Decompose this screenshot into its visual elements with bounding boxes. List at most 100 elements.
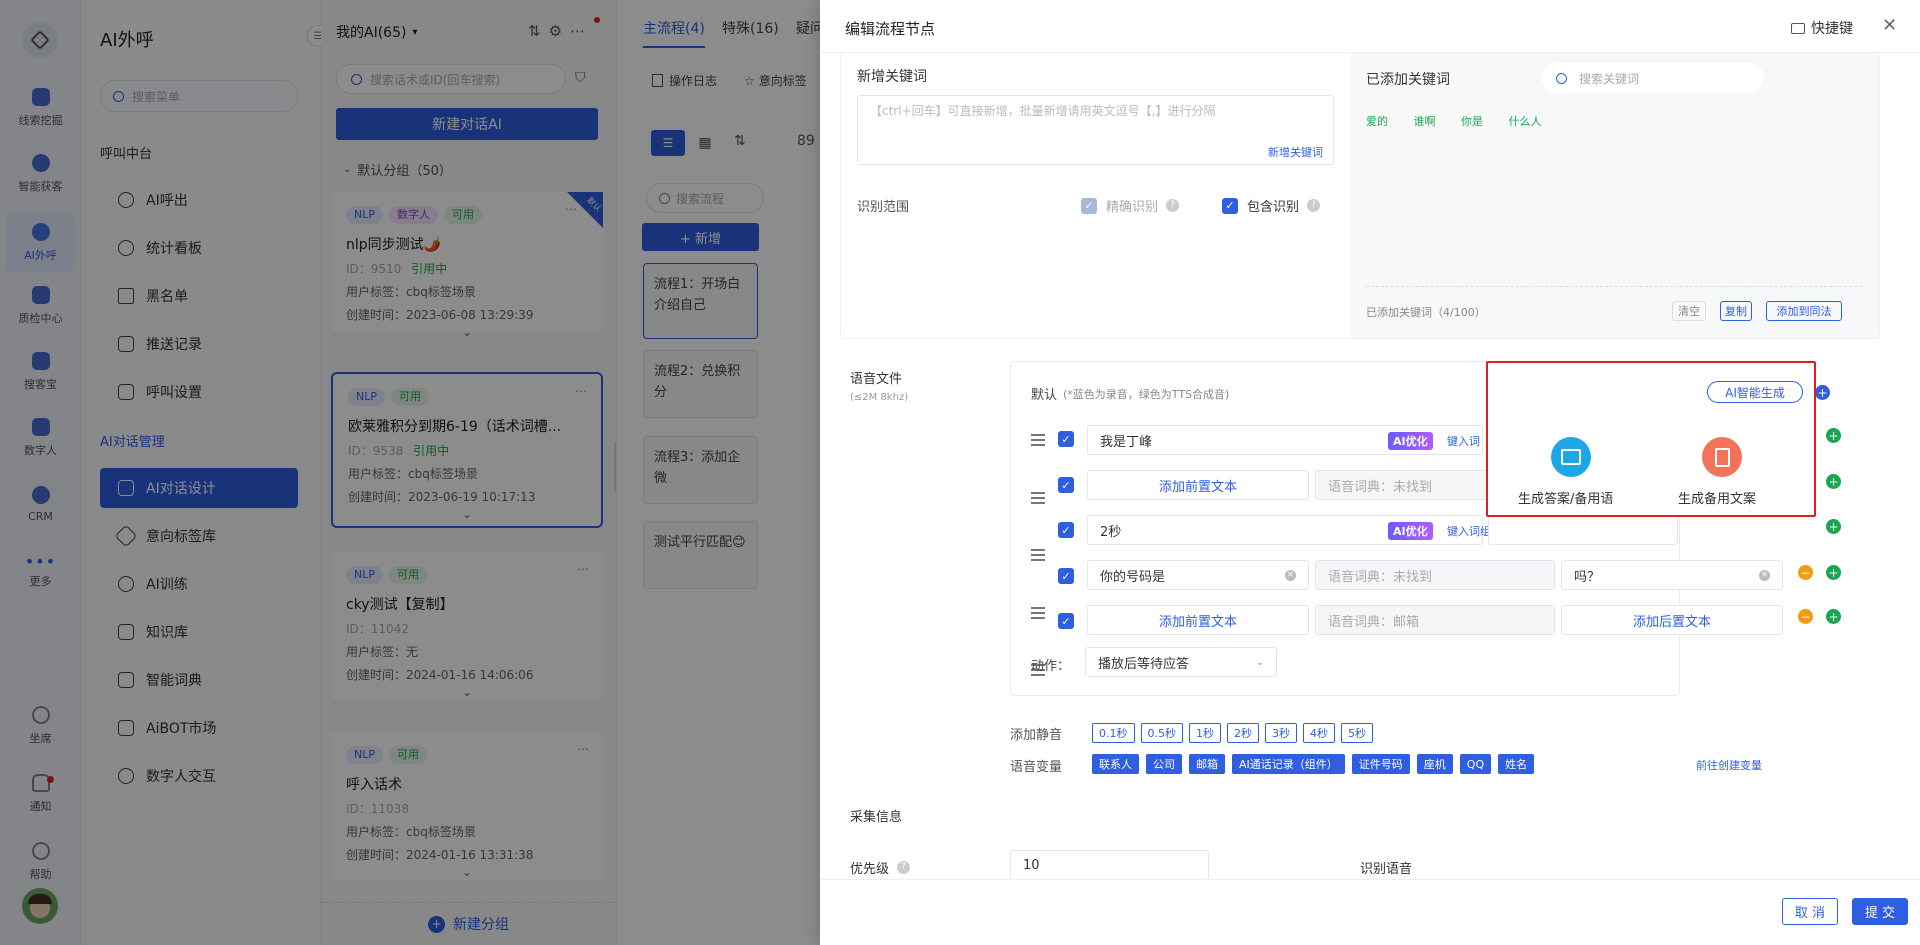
add-voice-plus[interactable]: + [1815, 385, 1830, 401]
silence-label: 添加静音 [1010, 728, 1063, 743]
row-remove[interactable]: − [1798, 565, 1813, 581]
added-keyword-label: 已添加关键词 [1366, 72, 1450, 88]
post-text-input[interactable]: 吗？ ✕ [1561, 560, 1783, 590]
row-remove[interactable]: − [1798, 609, 1813, 625]
drag-handle-icon[interactable] [1031, 607, 1045, 619]
backup-copy-icon[interactable] [1702, 437, 1742, 477]
row-checkbox[interactable]: ✓ [1058, 613, 1074, 629]
generate-backup-option[interactable]: 生成备用文案 [1678, 488, 1756, 507]
add-circle-icon: + [1826, 474, 1841, 489]
add-circle-icon: + [1826, 565, 1841, 580]
row-add[interactable]: + [1826, 609, 1841, 625]
silence-3s[interactable]: 3秒 [1265, 723, 1297, 743]
var-qq[interactable]: QQ [1459, 754, 1492, 774]
var-call-record[interactable]: AI通话记录（组件） [1232, 754, 1345, 774]
keyboard-icon [1791, 22, 1805, 34]
remove-circle-icon: − [1798, 609, 1813, 624]
add-keyword-link[interactable]: 新增关键词 [1268, 144, 1323, 160]
row-add[interactable]: + [1826, 474, 1841, 490]
row-checkbox[interactable]: ✓ [1058, 477, 1074, 493]
generate-answer-option[interactable]: 生成答案/备用语 [1518, 488, 1613, 507]
keyword-tag[interactable]: 你是 [1461, 115, 1483, 128]
recognize-voice-label: 识别语音 [1360, 862, 1413, 877]
check-icon: ✓ [1081, 197, 1097, 214]
voice-dict-field[interactable]: 语音词典：未找到 [1315, 560, 1555, 590]
added-keywords-panel [1351, 53, 1879, 338]
copy-button[interactable]: 复制 [1720, 301, 1752, 321]
voice-text-input[interactable]: 你的号码是 ✕ [1087, 560, 1309, 590]
modal-overlay[interactable] [0, 0, 820, 945]
silence-4s[interactable]: 4秒 [1303, 723, 1335, 743]
voice-slot-field[interactable] [1488, 515, 1678, 545]
voice-var-label: 语音变量 [1010, 760, 1063, 775]
voice-file-label: 语音文件 [850, 372, 903, 387]
ai-generate-popup: AI智能生成 生成答案/备用语 生成备用文案 [1486, 361, 1816, 517]
drag-handle-icon[interactable] [1031, 492, 1045, 504]
voice-dict-field[interactable]: 语音词典：未找到 [1315, 470, 1495, 500]
action-label: 动作： [1031, 659, 1071, 674]
keyword-divider [1366, 286, 1862, 287]
exact-match-checkbox[interactable]: ✓ 精确识别? [1081, 196, 1180, 215]
clear-button[interactable]: 清空 [1672, 301, 1706, 321]
edit-node-drawer: 编辑流程节点 快捷键 ✕ 新增关键词 【ctrl+回车】可直接新增，批量新增请用… [820, 0, 1920, 945]
ai-optimize-badge[interactable]: AI优化 [1388, 522, 1433, 540]
add-pre-text[interactable]: 添加前置文本 [1087, 605, 1309, 635]
clear-circle-icon[interactable]: ✕ [1285, 569, 1296, 581]
row-checkbox[interactable]: ✓ [1058, 522, 1074, 538]
var-landline[interactable]: 座机 [1416, 754, 1453, 774]
answer-generate-icon[interactable] [1551, 437, 1591, 477]
keyword-count: 已添加关键词（4/100） [1366, 306, 1486, 319]
voice-dict-field[interactable]: 语音词典：邮箱 [1315, 605, 1555, 635]
submit-button[interactable]: 提 交 [1852, 898, 1908, 925]
var-contact[interactable]: 联系人 [1092, 754, 1139, 774]
silence-0.1s[interactable]: 0.1秒 [1092, 723, 1135, 743]
input-phrase-link[interactable]: 键入词 [1447, 433, 1480, 449]
keyword-tag[interactable]: 爱的 [1366, 115, 1388, 128]
add-circle-icon: + [1826, 428, 1841, 443]
add-to-synonym-button[interactable]: 添加到同法 [1766, 301, 1842, 321]
var-id-number[interactable]: 证件号码 [1351, 754, 1410, 774]
row-add[interactable]: + [1826, 565, 1841, 581]
ai-smart-generate-button[interactable]: AI智能生成 [1707, 381, 1803, 403]
keyword-textarea[interactable]: 【ctrl+回车】可直接新增，批量新增请用英文逗号【,】进行分隔 新增关键词 [857, 95, 1334, 165]
drag-handle-icon[interactable] [1031, 549, 1045, 561]
priority-input[interactable]: 10 [1010, 850, 1209, 880]
var-email[interactable]: 邮箱 [1189, 754, 1225, 774]
silence-1s[interactable]: 1秒 [1189, 723, 1221, 743]
silence-2s[interactable]: 2秒 [1227, 723, 1259, 743]
clear-circle-icon[interactable]: ✕ [1759, 569, 1770, 581]
close-icon[interactable]: ✕ [1882, 15, 1897, 36]
keyword-tag[interactable]: 谁啊 [1414, 115, 1436, 128]
shortcut-button[interactable]: 快捷键 [1791, 18, 1853, 38]
question-icon: ? [1166, 199, 1180, 212]
scope-label: 识别范围 [857, 200, 910, 215]
row-add[interactable]: + [1826, 428, 1841, 444]
silence-0.5s[interactable]: 0.5秒 [1140, 723, 1183, 743]
silence-buttons: 0.1秒 0.5秒 1秒 2秒 3秒 4秒 5秒 [1092, 723, 1379, 743]
add-pre-text[interactable]: 添加前置文本 [1087, 470, 1309, 500]
drawer-title: 编辑流程节点 [845, 20, 936, 38]
silence-5s[interactable]: 5秒 [1341, 723, 1373, 743]
row-checkbox[interactable]: ✓ [1058, 431, 1074, 447]
add-circle-icon: + [1815, 385, 1830, 400]
added-keyword-tags: 爱的 谁啊 你是 什么人 [1366, 113, 1542, 129]
keyword-search-input[interactable]: 搜索关键词 [1542, 63, 1764, 93]
row-checkbox[interactable]: ✓ [1058, 568, 1074, 584]
create-variable-link[interactable]: 前往创建变量 [1696, 757, 1762, 773]
collect-info-label: 采集信息 [850, 810, 903, 825]
add-post-text[interactable]: 添加后置文本 [1561, 605, 1783, 635]
voice-file-sub: (≤2M 8khz) [850, 392, 909, 403]
keyword-tag[interactable]: 什么人 [1509, 115, 1542, 128]
action-select[interactable]: 播放后等待应答 ⌄ [1085, 647, 1277, 677]
ai-optimize-badge[interactable]: AI优化 [1388, 432, 1433, 450]
question-icon: ? [897, 861, 911, 874]
voice-var-buttons: 联系人 公司 邮箱 AI通话记录（组件） 证件号码 座机 QQ 姓名 [1092, 754, 1541, 774]
input-phrase-link[interactable]: 键入词组 [1447, 523, 1491, 539]
cancel-button[interactable]: 取 消 [1782, 898, 1838, 925]
row-add[interactable]: + [1826, 519, 1841, 535]
contains-match-checkbox[interactable]: ✓ 包含识别? [1222, 196, 1321, 215]
drag-handle-icon[interactable] [1031, 434, 1045, 446]
question-icon: ? [1307, 199, 1321, 212]
var-company[interactable]: 公司 [1146, 754, 1182, 774]
var-name[interactable]: 姓名 [1498, 754, 1535, 774]
